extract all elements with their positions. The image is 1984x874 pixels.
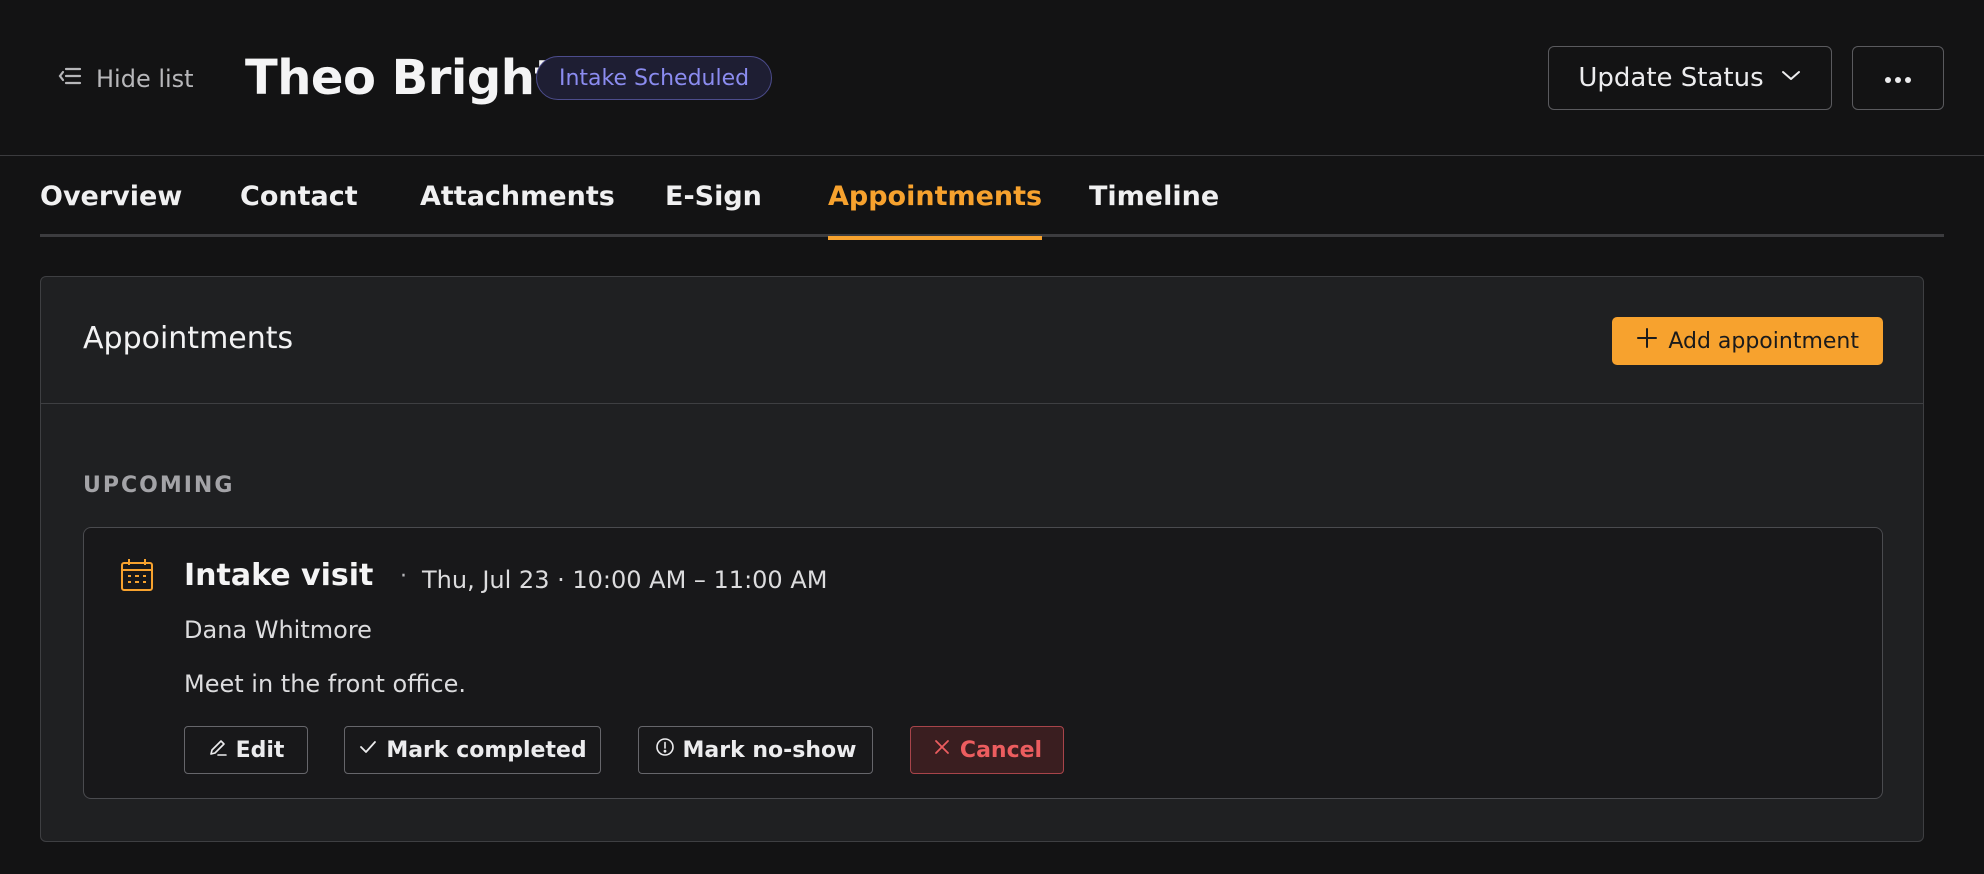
appointments-title: Appointments [83, 321, 294, 356]
cancel-button[interactable]: Cancel [910, 726, 1064, 774]
appointment-note: Meet in the front office. [184, 670, 466, 698]
appointment-item: Intake visit · Thu, Jul 23 · 10:00 AM – … [83, 527, 1883, 799]
more-options-button[interactable] [1852, 46, 1944, 110]
page-title: Theo Bright [245, 50, 557, 106]
plus-icon [1636, 327, 1658, 355]
x-icon [932, 737, 952, 763]
tab-overview[interactable]: Overview [40, 181, 182, 237]
add-appointment-button[interactable]: Add appointment [1612, 317, 1883, 365]
tab-e-sign[interactable]: E-Sign [665, 181, 762, 237]
add-appointment-label: Add appointment [1668, 328, 1859, 354]
mark-completed-button[interactable]: Mark completed [344, 726, 601, 774]
appointment-datetime: Thu, Jul 23 · 10:00 AM – 11:00 AM [422, 566, 828, 594]
ellipsis-icon [1884, 69, 1912, 88]
hide-list-label: Hide list [96, 65, 194, 93]
edit-label: Edit [235, 737, 285, 763]
tab-contact[interactable]: Contact [240, 181, 358, 237]
appointments-card: Appointments Add appointment UPCOMING In… [40, 276, 1924, 842]
calendar-icon [120, 558, 154, 592]
tab-appointments[interactable]: Appointments [828, 181, 1043, 240]
tab-timeline[interactable]: Timeline [1089, 181, 1219, 237]
pencil-icon [208, 737, 228, 763]
list-collapse-icon [56, 62, 84, 96]
contact-detail-page: Hide list Theo Bright Intake Scheduled U… [0, 0, 1984, 874]
mark-no-show-label: Mark no-show [682, 737, 857, 763]
check-icon [358, 737, 378, 763]
tab-bar: Overview Contact Attachments E-Sign Appo… [40, 157, 1944, 240]
appointment-title-separator: · [400, 564, 407, 589]
cancel-label: Cancel [959, 737, 1043, 763]
appointments-card-header: Appointments Add appointment [41, 277, 1923, 404]
tab-attachments[interactable]: Attachments [420, 181, 615, 237]
chevron-down-icon [1780, 63, 1802, 93]
appointment-title: Intake visit [184, 558, 374, 593]
hide-list-button[interactable]: Hide list [56, 60, 194, 98]
alert-circle-icon [655, 737, 675, 763]
upcoming-section-label: UPCOMING [83, 473, 235, 498]
edit-button[interactable]: Edit [184, 726, 308, 774]
update-status-button[interactable]: Update Status [1548, 46, 1832, 110]
page-header: Hide list Theo Bright Intake Scheduled U… [0, 0, 1984, 156]
appointment-person: Dana Whitmore [184, 616, 372, 644]
mark-no-show-button[interactable]: Mark no-show [638, 726, 873, 774]
status-badge: Intake Scheduled [536, 56, 773, 100]
mark-completed-label: Mark completed [386, 737, 587, 763]
update-status-label: Update Status [1578, 63, 1764, 93]
